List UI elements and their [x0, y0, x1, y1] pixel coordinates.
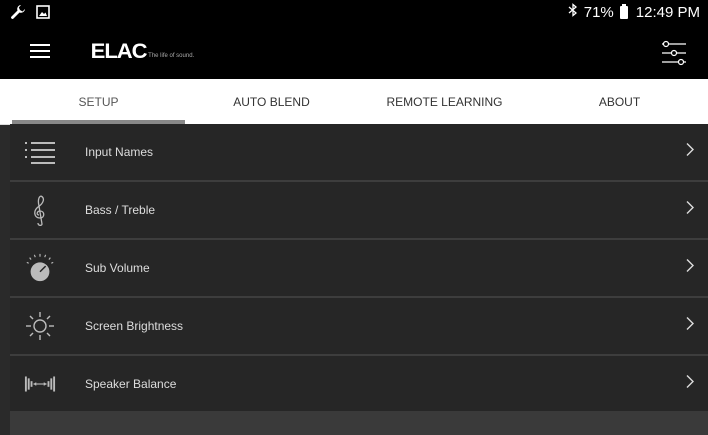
chevron-right-icon	[686, 201, 694, 220]
battery-percent: 71%	[583, 3, 614, 21]
image-icon	[36, 5, 50, 24]
list-item-label: Screen Brightness	[85, 319, 184, 333]
list-item-sub-volume[interactable]: Sub Volume	[10, 240, 708, 298]
chevron-right-icon	[686, 317, 694, 336]
tab-about[interactable]: ABOUT	[531, 79, 708, 124]
wrench-icon	[10, 4, 26, 25]
chevron-right-icon	[686, 259, 694, 278]
volume-knob-icon	[24, 252, 56, 284]
brand-logo: ELAC The life of sound.	[90, 40, 195, 63]
list-item-bass-treble[interactable]: Bass / Treble	[10, 182, 708, 240]
list-item-speaker-balance[interactable]: Speaker Balance	[10, 356, 708, 414]
chevron-right-icon	[686, 143, 694, 162]
list-item-label: Speaker Balance	[85, 377, 177, 391]
brightness-icon	[24, 310, 56, 342]
chevron-right-icon	[686, 375, 694, 394]
tab-auto-blend[interactable]: AUTO BLEND	[185, 79, 358, 124]
list-item-label: Sub Volume	[85, 261, 150, 275]
battery-icon	[619, 3, 628, 19]
app-bar: ELAC The life of sound.	[0, 26, 708, 79]
settings-list: Input Names Bass / Treble Sub Volume Scr…	[10, 124, 708, 414]
treble-clef-icon	[24, 194, 56, 226]
sliders-icon[interactable]	[660, 38, 688, 68]
tab-setup[interactable]: SETUP	[12, 79, 185, 124]
list-icon	[24, 136, 56, 168]
logo-tagline: The life of sound.	[148, 53, 195, 59]
tab-remote-learning[interactable]: REMOTE LEARNING	[358, 79, 531, 124]
tab-bar: SETUP AUTO BLEND REMOTE LEARNING ABOUT	[0, 79, 708, 125]
hamburger-menu-icon[interactable]	[30, 43, 50, 59]
list-item-input-names[interactable]: Input Names	[10, 124, 708, 182]
status-bar: 71% 12:49 PM	[0, 0, 708, 26]
list-item-screen-brightness[interactable]: Screen Brightness	[10, 298, 708, 356]
speaker-balance-icon	[24, 368, 56, 400]
logo-text: ELAC	[90, 40, 148, 63]
app-window: 71% 12:49 PM ELAC The life of sound. SET…	[0, 0, 708, 435]
list-item-label: Bass / Treble	[85, 203, 156, 217]
list-item-label: Input Names	[85, 145, 154, 159]
list-footer-area	[10, 411, 708, 435]
bluetooth-icon	[568, 3, 578, 21]
clock: 12:49 PM	[635, 3, 700, 21]
